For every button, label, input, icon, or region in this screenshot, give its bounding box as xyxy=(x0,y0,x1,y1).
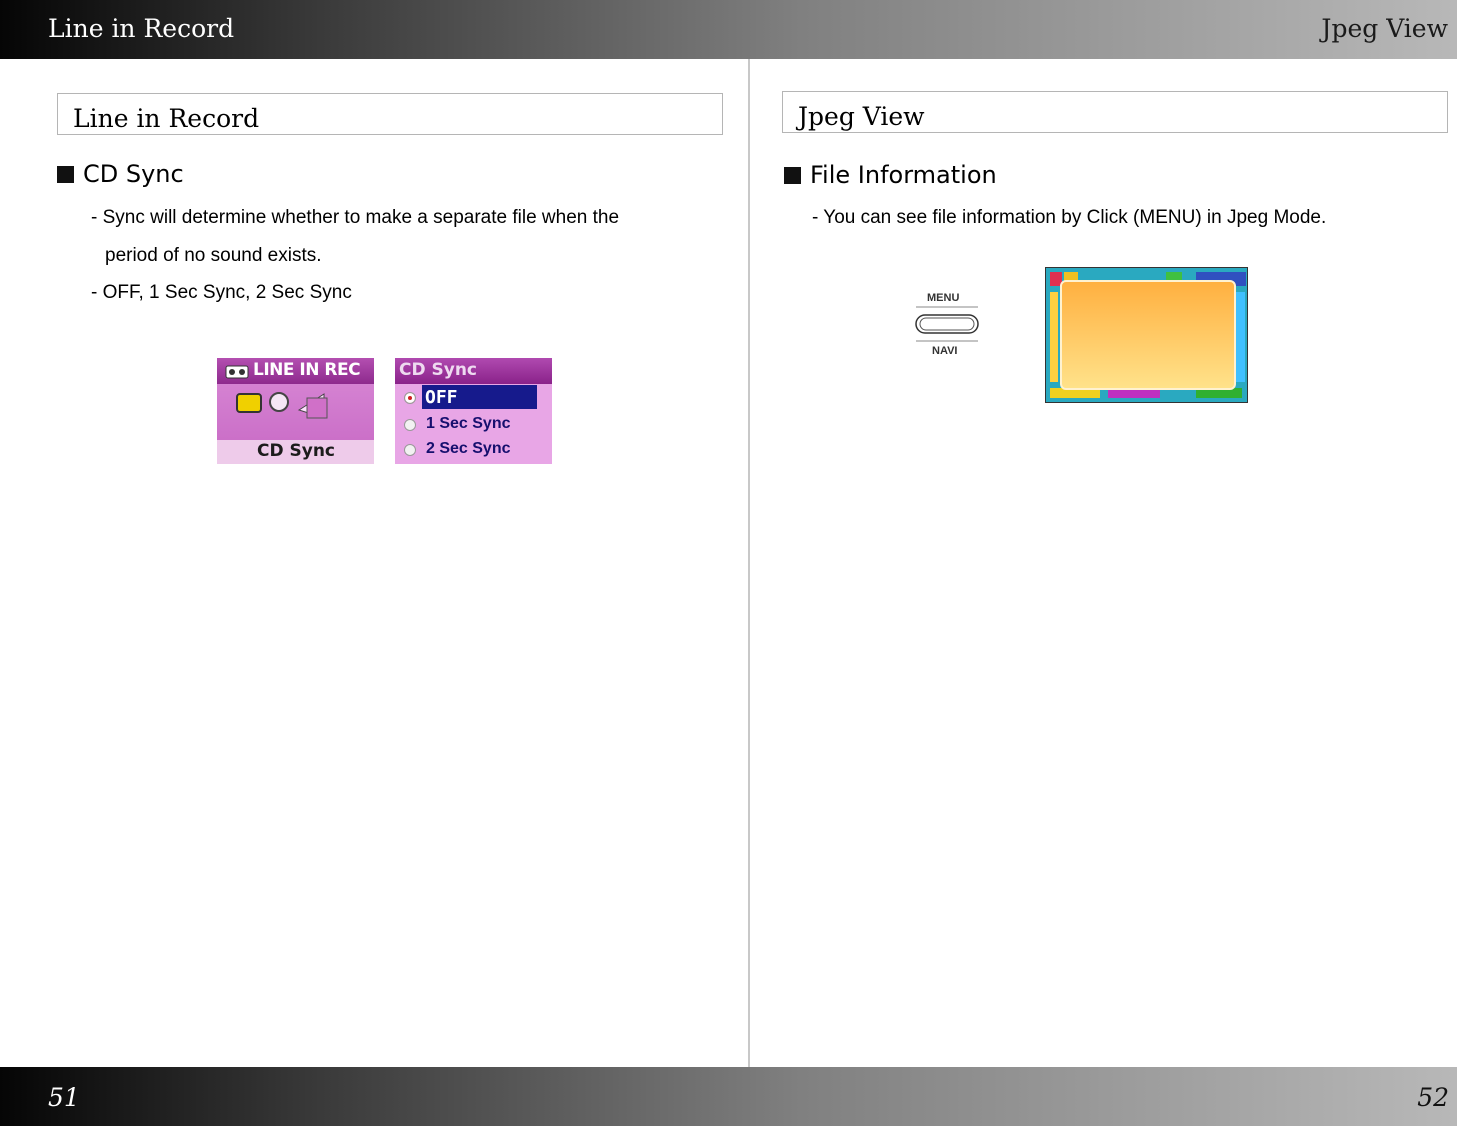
right-line-1: - You can see file information by Click … xyxy=(812,207,1327,228)
input-source-icon xyxy=(236,392,328,419)
page-divider xyxy=(748,59,750,1067)
left-line-1: - Sync will determine whether to make a … xyxy=(91,207,620,228)
page-number-right: 52 xyxy=(1417,1083,1449,1112)
option-2-sec-sync[interactable]: 2 Sec Sync xyxy=(426,440,511,458)
screen1-title: LINE IN REC xyxy=(253,360,361,380)
option-off[interactable]: OFF xyxy=(425,387,458,408)
device-screen-jpeg-view xyxy=(1045,267,1248,403)
left-heading-text: CD Sync xyxy=(83,160,184,188)
left-line-3: - OFF, 1 Sec Sync, 2 Sec Sync xyxy=(91,282,352,303)
radio-icon xyxy=(404,419,416,431)
screen1-label: CD Sync xyxy=(257,441,336,461)
right-section-title: Jpeg View xyxy=(782,91,1448,133)
button-bottom-label: NAVI xyxy=(932,345,958,357)
page-number-left: 51 xyxy=(48,1083,80,1112)
radio-selected-icon xyxy=(404,392,416,404)
page-footer-bar: 51 52 xyxy=(0,1067,1457,1126)
right-heading-text: File Information xyxy=(810,161,997,189)
left-section-title: Line in Record xyxy=(57,93,723,135)
device-screen-cd-sync: CD Sync OFF 1 Sec Sync 2 Sec Sync xyxy=(395,358,552,464)
menu-button-shape xyxy=(915,306,979,342)
left-line-2: period of no sound exists. xyxy=(105,245,322,266)
header-left-title: Line in Record xyxy=(48,14,235,43)
header-right-title: Jpeg View xyxy=(1321,14,1448,43)
radio-icon xyxy=(404,444,416,456)
cassette-icon xyxy=(225,365,249,379)
page-header-bar: Line in Record Jpeg View xyxy=(0,0,1457,59)
device-screen-line-in-rec: LINE IN REC CD Sync xyxy=(217,358,374,464)
bullet-square-icon xyxy=(57,165,74,183)
menu-navi-button-icon: MENU NAVI xyxy=(914,290,980,360)
button-top-label: MENU xyxy=(927,292,960,304)
file-info-popup xyxy=(1060,280,1236,390)
screen2-title: CD Sync xyxy=(399,360,478,380)
bullet-square-icon xyxy=(784,166,801,184)
left-heading: CD Sync xyxy=(57,160,184,188)
option-1-sec-sync[interactable]: 1 Sec Sync xyxy=(426,415,511,433)
right-heading: File Information xyxy=(784,161,997,189)
